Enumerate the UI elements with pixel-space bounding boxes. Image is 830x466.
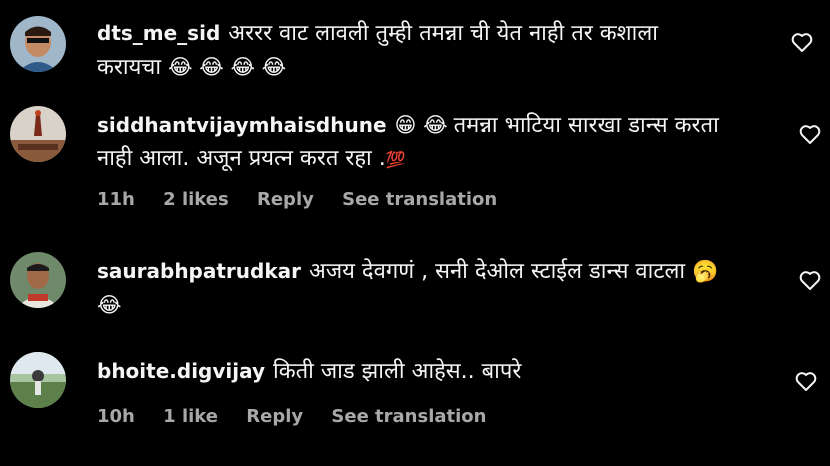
comment-text: नाही आला. अजून प्रयत्न करत रहा . [97, 146, 386, 171]
like-count[interactable]: 1 like [163, 406, 218, 427]
comment-text: किती जाड झाली आहेस.. बापरे [273, 359, 522, 384]
avatar[interactable] [10, 252, 66, 308]
comment-timestamp: 10h [97, 406, 135, 427]
reply-button[interactable]: Reply [246, 406, 303, 427]
avatar[interactable] [10, 16, 66, 72]
grinning-emoji: 😁 😂 [394, 113, 448, 137]
comment-text: तमन्ना भाटिया सारखा डान्स करता [453, 113, 719, 138]
comment-username[interactable]: siddhantvijaymhaisdhune [97, 113, 387, 137]
see-translation-link[interactable]: See translation [342, 189, 497, 210]
heart-icon[interactable] [790, 30, 814, 54]
laughing-emoji: 😂 😂 😂 😂 [168, 55, 287, 79]
laughing-emoji: 😂 [97, 293, 122, 317]
comment-text: करायचा [97, 55, 162, 80]
reply-button[interactable]: Reply [257, 189, 314, 210]
comment-username[interactable]: saurabhpatrudkar [97, 259, 301, 283]
heart-icon[interactable] [794, 369, 818, 393]
avatar[interactable] [10, 352, 66, 408]
comment-text: अररर वाट लावली तुम्ही तमन्ना ची येत नाही… [228, 21, 658, 46]
comment-text: अजय देवगणं , सनी देओल स्टाईल डान्स वाटला [309, 259, 686, 284]
heart-icon[interactable] [798, 268, 822, 292]
comment-username[interactable]: bhoite.digvijay [97, 359, 265, 383]
sleepy-face-emoji: 🥱 [692, 259, 719, 283]
see-translation-link[interactable]: See translation [331, 406, 486, 427]
heart-icon[interactable] [798, 122, 822, 146]
hundred-emoji: 💯 [385, 150, 406, 169]
avatar[interactable] [10, 106, 66, 162]
like-count[interactable]: 2 likes [163, 189, 229, 210]
comment-username[interactable]: dts_me_sid [97, 21, 220, 45]
comment-timestamp: 11h [97, 189, 135, 210]
